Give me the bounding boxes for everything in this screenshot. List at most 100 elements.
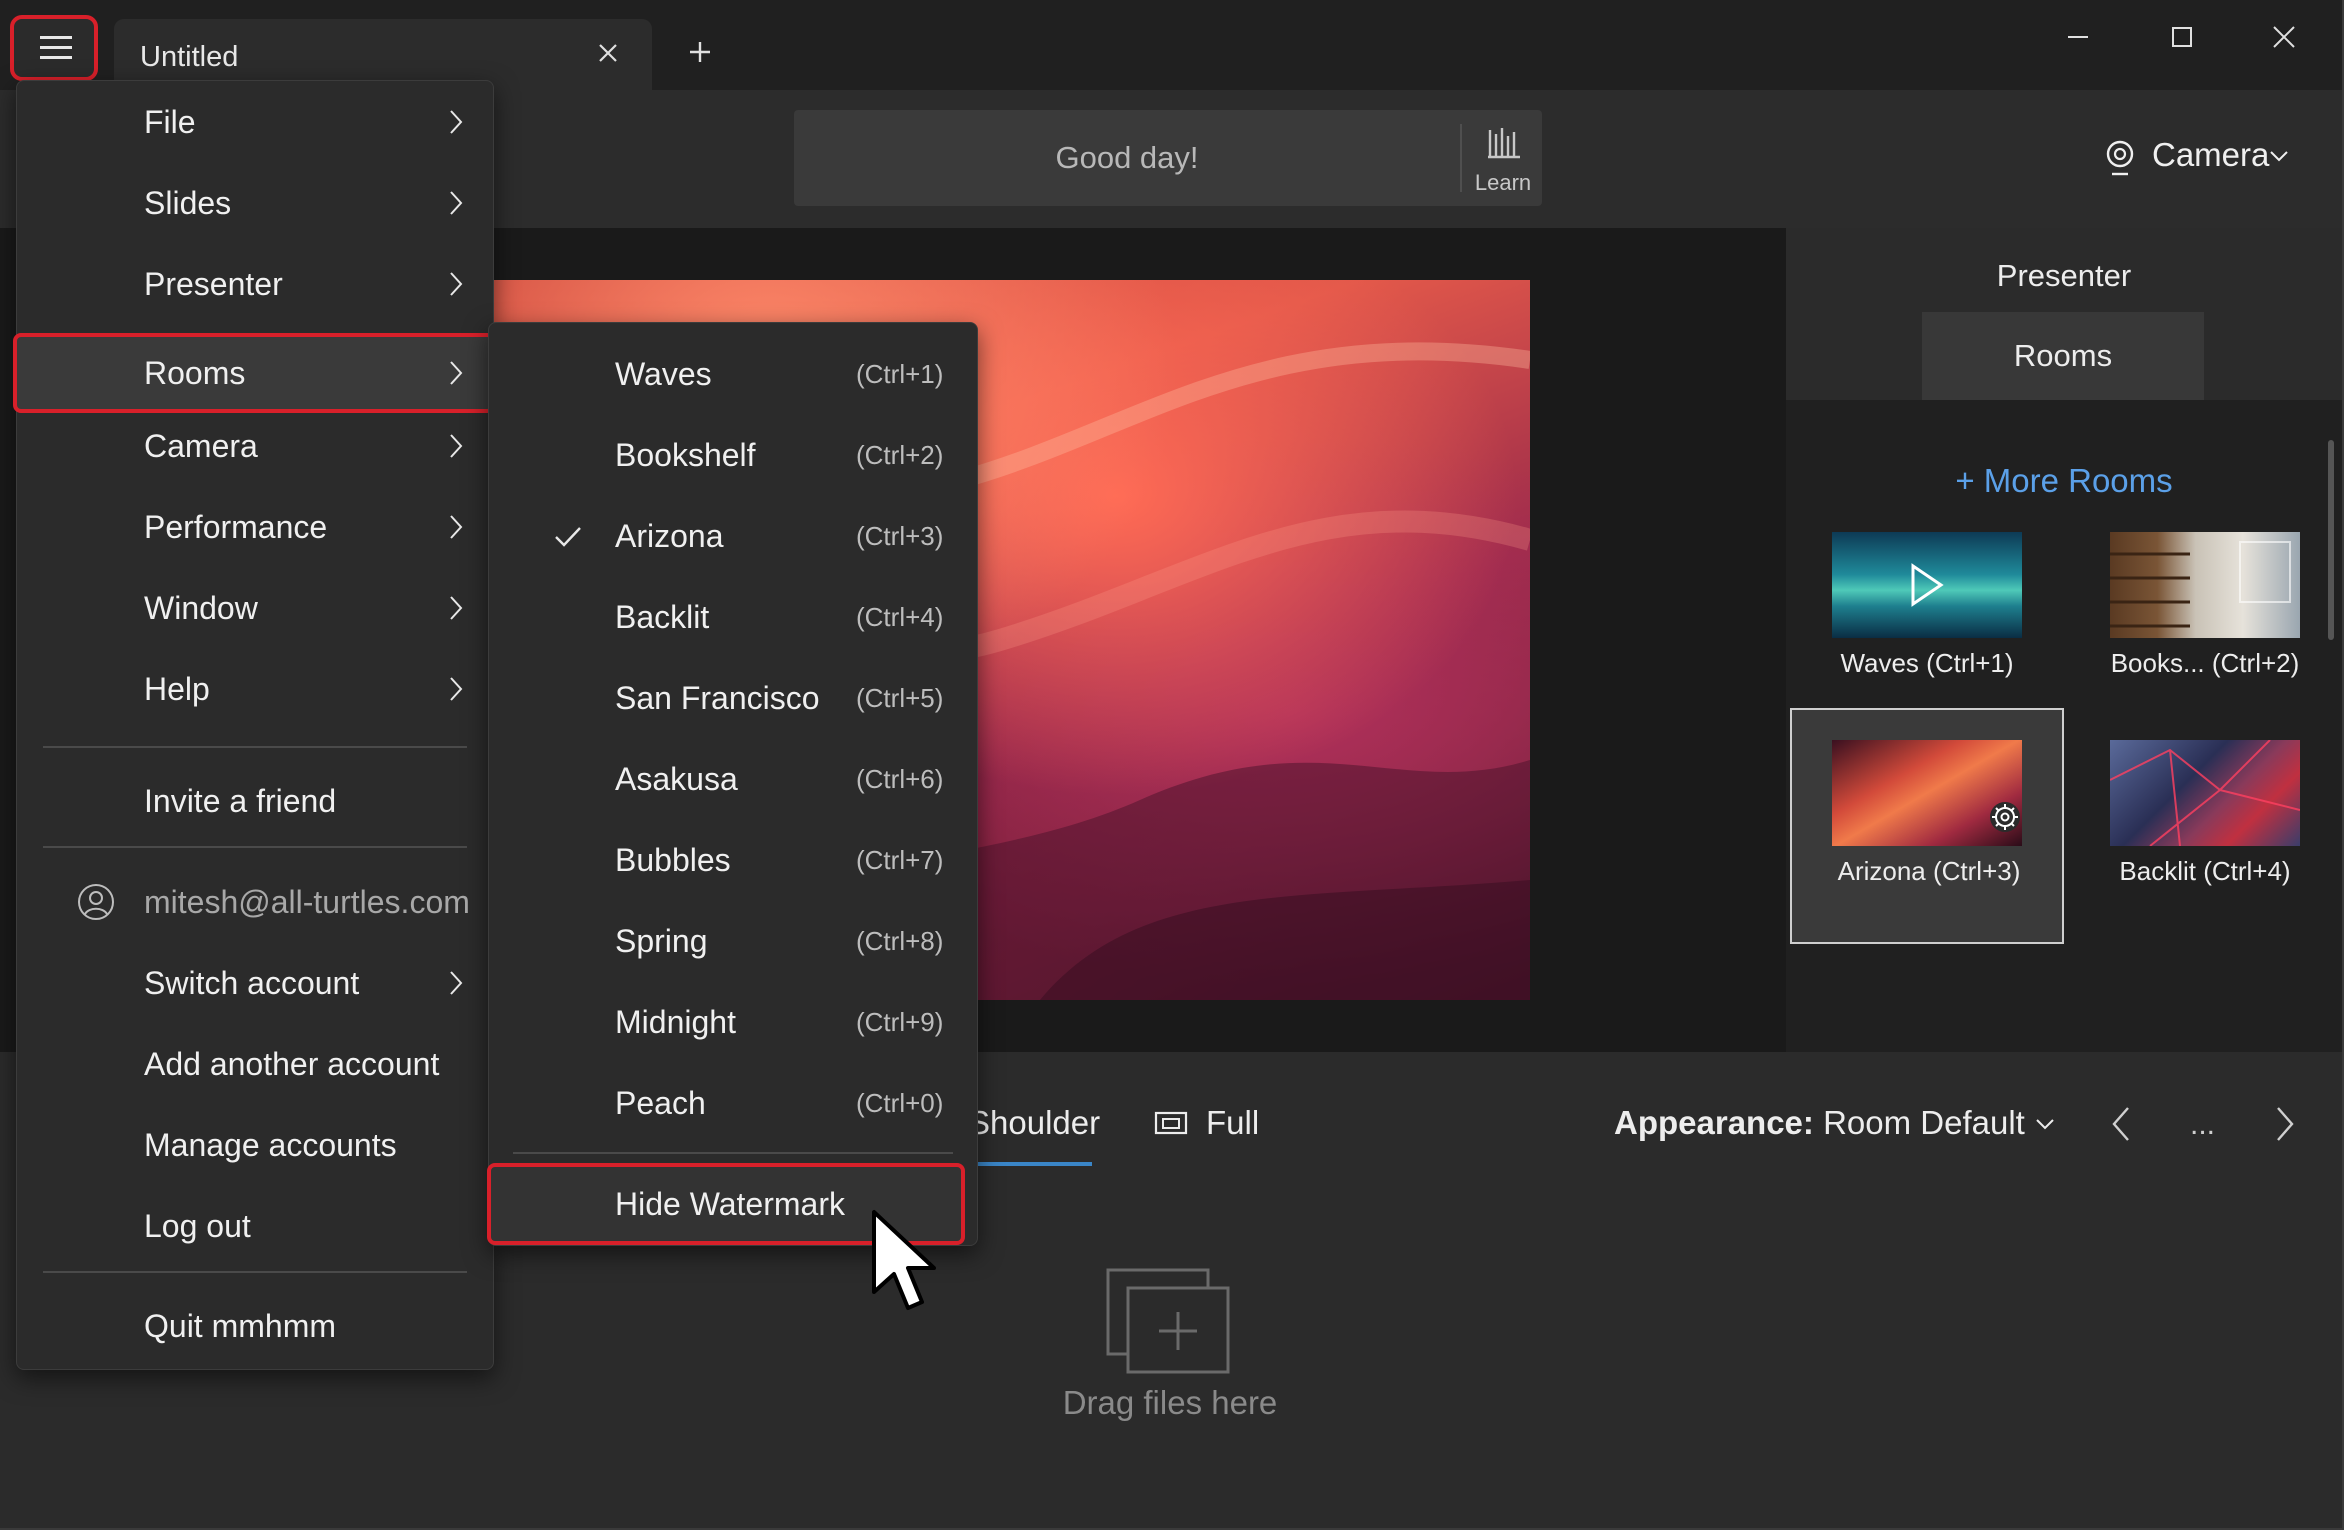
play-icon xyxy=(1911,563,1944,607)
user-icon xyxy=(78,884,114,920)
menu-item-label: Slides xyxy=(144,185,232,221)
submenu-item-label: Peach xyxy=(615,1085,706,1121)
submenu-item-arizona[interactable]: Arizona (Ctrl+3) xyxy=(489,496,977,577)
account-email: mitesh@all-turtles.com xyxy=(144,884,470,920)
shortcut-label: (Ctrl+9) xyxy=(856,1007,944,1037)
shortcut-label: (Ctrl+2) xyxy=(856,440,944,470)
menu-item-label: Add another account xyxy=(144,1046,440,1082)
drop-zone-text: Drag files here xyxy=(1062,1384,1278,1421)
menu-item-add-account[interactable]: Add another account xyxy=(17,1025,493,1103)
room-card-arizona[interactable]: Arizona (Ctrl+3) xyxy=(1790,708,2064,944)
submenu-item-label: Bookshelf xyxy=(615,437,756,473)
submenu-item-san-francisco[interactable]: San Francisco (Ctrl+5) xyxy=(489,658,977,739)
menu-button[interactable] xyxy=(10,15,98,81)
submenu-item-peach[interactable]: Peach (Ctrl+0) xyxy=(489,1063,977,1144)
tab-rooms-label: Rooms xyxy=(2013,338,2113,373)
close-tab-icon[interactable] xyxy=(588,33,628,73)
fullscreen-icon xyxy=(1154,1111,1188,1135)
menu-item-quit[interactable]: Quit mmhmm xyxy=(17,1287,493,1365)
menu-item-slides[interactable]: Slides xyxy=(17,164,493,242)
more-button[interactable]: ... xyxy=(2190,1108,2215,1142)
chevron-left-icon[interactable] xyxy=(2106,1102,2136,1146)
submenu-item-label: Hide Watermark xyxy=(615,1186,845,1222)
shortcut-label: (Ctrl+6) xyxy=(856,764,944,794)
room-label: Waves (Ctrl+1) xyxy=(1840,648,2014,678)
shortcut-label: (Ctrl+0) xyxy=(856,1088,944,1118)
menu-item-label: Log out xyxy=(144,1208,251,1244)
submenu-item-label: Arizona xyxy=(615,518,724,554)
menu-item-switch-account[interactable]: Switch account xyxy=(17,944,493,1022)
minimize-button[interactable] xyxy=(2050,12,2106,64)
shortcut-label: (Ctrl+1) xyxy=(856,359,944,389)
chevron-right-icon xyxy=(450,191,463,215)
menu-item-presenter[interactable]: Presenter xyxy=(17,245,493,323)
menu-item-file[interactable]: File xyxy=(17,83,493,161)
submenu-item-bubbles[interactable]: Bubbles (Ctrl+7) xyxy=(489,820,977,901)
submenu-item-label: Spring xyxy=(615,923,708,959)
tab-shoulder[interactable]: Shoulder xyxy=(968,1104,1100,1142)
submenu-item-bookshelf[interactable]: Bookshelf (Ctrl+2) xyxy=(489,415,977,496)
shortcut-label: (Ctrl+8) xyxy=(856,926,944,956)
room-label: Backlit (Ctrl+4) xyxy=(2119,856,2291,886)
menu-item-label: Switch account xyxy=(144,965,360,1001)
chevron-right-icon[interactable] xyxy=(2270,1102,2300,1146)
appearance-dropdown[interactable]: Appearance: Room Default xyxy=(1614,1104,2056,1142)
more-rooms-link[interactable]: + More Rooms xyxy=(1786,462,2342,500)
chevron-down-icon xyxy=(2036,1119,2054,1130)
divider xyxy=(1460,124,1462,192)
close-window-button[interactable] xyxy=(2256,12,2312,64)
chevron-right-icon xyxy=(450,515,463,539)
room-card-waves[interactable]: Waves (Ctrl+1) xyxy=(1790,500,2064,736)
title-bar: Untitled xyxy=(0,0,2342,91)
tab-full[interactable]: Full xyxy=(1206,1104,1259,1142)
menu-item-manage-accounts[interactable]: Manage accounts xyxy=(17,1106,493,1184)
menu-separator xyxy=(43,846,467,848)
submenu-item-midnight[interactable]: Midnight (Ctrl+9) xyxy=(489,982,977,1063)
add-files-icon[interactable] xyxy=(1104,1266,1234,1376)
tab-rooms[interactable]: Rooms xyxy=(1922,312,2204,400)
menu-item-log-out[interactable]: Log out xyxy=(17,1187,493,1265)
app-window: Untitled Good day! Learn Camera Presente… xyxy=(0,0,2344,1530)
menu-item-invite[interactable]: Invite a friend xyxy=(17,762,493,840)
checkmark-icon xyxy=(555,527,581,547)
tab-title: Untitled xyxy=(140,41,239,73)
chevron-right-icon xyxy=(450,110,463,134)
menu-separator xyxy=(43,1271,467,1273)
webcam-icon xyxy=(2106,140,2134,176)
chevron-right-icon xyxy=(450,971,463,995)
learn-label: Learn xyxy=(1474,170,1532,195)
greeting-box: Good day! Learn xyxy=(794,110,1542,206)
library-icon xyxy=(1488,128,1520,159)
submenu-item-asakusa[interactable]: Asakusa (Ctrl+6) xyxy=(489,739,977,820)
submenu-item-spring[interactable]: Spring (Ctrl+8) xyxy=(489,901,977,982)
menu-item-window[interactable]: Window xyxy=(17,569,493,647)
active-tab-indicator xyxy=(968,1162,1092,1166)
camera-label: Camera xyxy=(2152,136,2270,173)
menu-item-performance[interactable]: Performance xyxy=(17,488,493,566)
menu-item-camera[interactable]: Camera xyxy=(17,407,493,485)
panel-title: Presenter xyxy=(1996,258,2132,293)
gear-icon[interactable] xyxy=(1988,800,2022,834)
maximize-button[interactable] xyxy=(2154,12,2210,64)
menu-item-label: Window xyxy=(144,590,258,626)
submenu-item-backlit[interactable]: Backlit (Ctrl+4) xyxy=(489,577,977,658)
room-card-bookshelf[interactable]: Books... (Ctrl+2) xyxy=(2068,500,2342,736)
learn-button[interactable]: Learn xyxy=(1464,110,1542,206)
appearance-value: Room Default xyxy=(1823,1104,2025,1141)
greeting-text: Good day! xyxy=(1055,140,1199,175)
submenu-item-label: Asakusa xyxy=(615,761,738,797)
submenu-item-waves[interactable]: Waves (Ctrl+1) xyxy=(489,334,977,415)
chevron-right-icon xyxy=(450,361,463,385)
menu-item-rooms[interactable]: Rooms xyxy=(17,334,493,412)
room-card-backlit[interactable]: Backlit (Ctrl+4) xyxy=(2068,708,2342,944)
scrollbar[interactable] xyxy=(2328,440,2334,640)
chevron-right-icon xyxy=(450,677,463,701)
shortcut-label: (Ctrl+5) xyxy=(856,683,944,713)
menu-item-label: Quit mmhmm xyxy=(144,1308,336,1344)
shortcut-label: (Ctrl+4) xyxy=(856,602,944,632)
new-tab-button[interactable] xyxy=(678,30,722,74)
chevron-right-icon xyxy=(450,434,463,458)
menu-item-help[interactable]: Help xyxy=(17,650,493,728)
room-label: Arizona (Ctrl+3) xyxy=(1837,856,2021,886)
menu-separator xyxy=(43,746,467,748)
